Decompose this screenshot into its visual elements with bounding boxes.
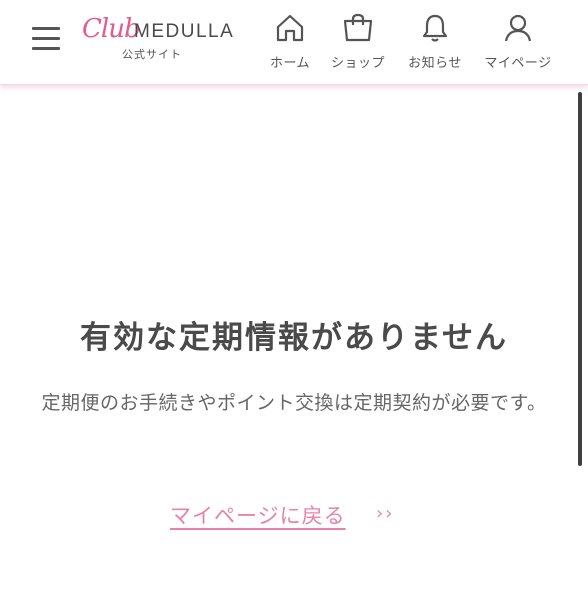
back-to-mypage-link[interactable]: マイページに戻る [170, 500, 346, 530]
empty-state-description: 定期便のお手続きやポイント交換は定期契約が必要です。 [41, 392, 547, 414]
nav-shop-label: ショップ [330, 56, 385, 71]
nav-mypage-label: マイページ [484, 56, 552, 71]
nav-shop[interactable]: ショップ [318, 10, 398, 74]
menu-bar [32, 27, 60, 30]
user-icon [504, 14, 532, 42]
club-medulla-logo[interactable]: Club MEDULLA 公式サイト [82, 12, 235, 64]
bell-icon [422, 14, 448, 42]
nav-mypage[interactable]: マイページ [478, 10, 558, 74]
menu-bar [32, 47, 60, 50]
nav-news[interactable]: お知らせ [395, 10, 475, 74]
home-icon [276, 14, 304, 42]
empty-state-title: 有効な定期情報がありません [79, 320, 509, 356]
shopping-bag-icon [343, 13, 373, 42]
site-header: Club MEDULLA 公式サイト ホーム ショップ お知らせ マイページ [0, 0, 588, 85]
logo-club-script: Club [82, 14, 141, 44]
nav-news-label: お知らせ [408, 56, 462, 71]
chevron-right-icon: ›› [376, 503, 395, 524]
logo-subtitle: 公式サイト [122, 48, 182, 61]
page-scrollbar[interactable] [578, 92, 582, 466]
hamburger-menu-icon[interactable] [30, 24, 64, 58]
menu-bar [32, 37, 60, 40]
logo-brand-name: MEDULLA [134, 21, 235, 42]
